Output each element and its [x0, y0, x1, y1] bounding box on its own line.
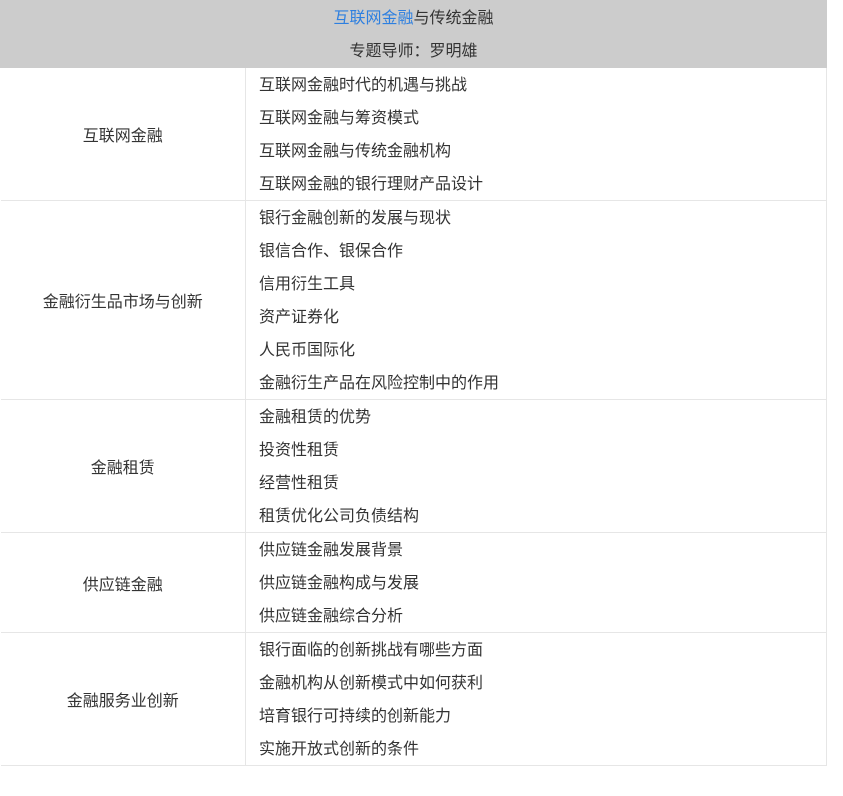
topic-item: 互联网金融的银行理财产品设计	[259, 174, 484, 193]
header-row: 互联网金融与传统金融 专题导师：罗明雄	[0, 0, 827, 68]
section-row: 金融衍生品市场与创新 银行金融创新的发展与现状 银信合作、银保合作 信用衍生工具 资产证…	[0, 200, 827, 400]
topic-item: 信用衍生工具	[259, 274, 356, 293]
topic-item: 金融机构从创新模式中如何获利	[259, 673, 484, 692]
course-title-rest: 与传统金融	[413, 8, 494, 27]
topic-item: 金融租赁的优势	[259, 407, 372, 426]
course-title-link[interactable]: 互联网金融	[333, 8, 413, 27]
section-row: 供应链金融 供应链金融发展背景 供应链金融构成与发展 供应链金融综合分析	[0, 532, 827, 633]
topic-list: 供应链金融发展背景 供应链金融构成与发展 供应链金融综合分析	[245, 532, 827, 633]
topic-item: 经营性租赁	[259, 473, 340, 492]
section-row: 金融租赁 金融租赁的优势 投资性租赁经营性租赁租赁优化公司负债结构	[0, 399, 827, 533]
section-name: 金融租赁	[0, 399, 246, 533]
section-name: 金融服务业创新	[0, 632, 246, 766]
topic-item: 银行金融创新的发展与现状	[259, 208, 452, 227]
topic-item: 人民币国际化	[259, 340, 356, 359]
topic-item: 资产证券化	[259, 307, 340, 326]
section-name: 金融衍生品市场与创新	[0, 200, 246, 400]
mentor-line: 专题导师：罗明雄	[1, 34, 826, 67]
topic-list: 互联网金融时代的机遇与挑战 互联网金融与筹资模式互联网金融与传统金融机构互联网金融…	[245, 67, 827, 201]
section-name: 供应链金融	[0, 532, 246, 633]
topic-item: 金融衍生产品在风险控制中的作用	[259, 373, 500, 392]
topic-item: 实施开放式创新的条件	[259, 739, 420, 758]
topic-item: 供应链金融综合分析	[259, 606, 404, 625]
topic-item: 供应链金融构成与发展	[259, 573, 420, 592]
topic-list: 金融租赁的优势 投资性租赁经营性租赁租赁优化公司负债结构	[245, 399, 827, 533]
section-row: 互联网金融 互联网金融时代的机遇与挑战 互联网金融与筹资模式互联网金融与传统金融机构…	[0, 67, 827, 201]
topic-item: 租赁优化公司负债结构	[259, 506, 420, 525]
table-body: 互联网金融与传统金融 专题导师：罗明雄 互联网金融 互联网金融时代的机遇与挑战 互联…	[0, 0, 827, 766]
topic-list: 银行面临的创新挑战有哪些方面 金融机构从创新模式中如何获利 培育银行可持续的创新能力…	[245, 632, 827, 766]
topic-list: 银行金融创新的发展与现状 银信合作、银保合作 信用衍生工具 资产证券化人民币国际化金融…	[245, 200, 827, 400]
mentor-label: 专题导师：	[349, 41, 430, 60]
header-cell: 互联网金融与传统金融 专题导师：罗明雄	[0, 0, 827, 68]
course-title: 互联网金融与传统金融	[1, 1, 826, 34]
topic-item: 互联网金融时代的机遇与挑战	[259, 75, 468, 94]
topic-item: 互联网金融与筹资模式	[259, 108, 420, 127]
course-table: 互联网金融与传统金融 专题导师：罗明雄 互联网金融 互联网金融时代的机遇与挑战 互联…	[0, 0, 827, 766]
topic-item: 银信合作、银保合作	[259, 241, 404, 260]
topic-item: 培育银行可持续的创新能力	[259, 706, 452, 725]
topic-item: 供应链金融发展背景	[259, 540, 404, 559]
section-row: 金融服务业创新 银行面临的创新挑战有哪些方面 金融机构从创新模式中如何获利 培育银行可…	[0, 632, 827, 766]
topic-item: 投资性租赁	[259, 440, 340, 459]
mentor-name: 罗明雄	[429, 41, 478, 60]
section-name: 互联网金融	[0, 67, 246, 201]
topic-item: 互联网金融与传统金融机构	[259, 141, 452, 160]
topic-item: 银行面临的创新挑战有哪些方面	[259, 640, 484, 659]
